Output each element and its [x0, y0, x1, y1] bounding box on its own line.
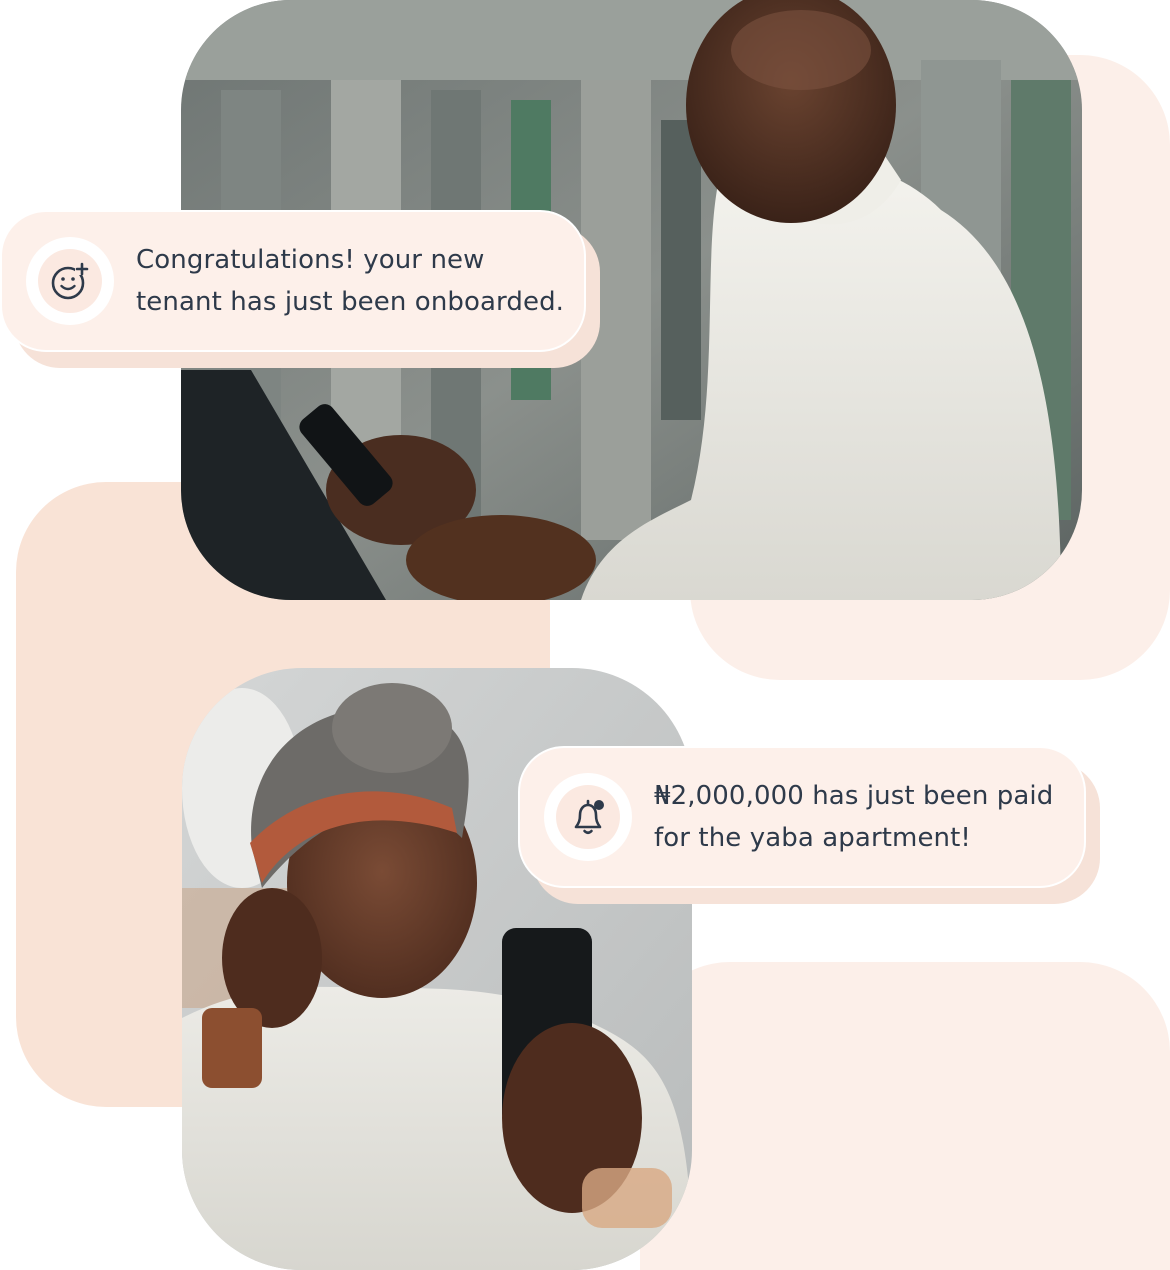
notification-line: tenant has just been onboarded.: [136, 287, 565, 317]
notification-message: ₦2,000,000 has just been paid for the ya…: [654, 775, 1053, 859]
smiley-plus-icon: [38, 249, 102, 313]
notification-line: Congratulations! your new: [136, 245, 485, 275]
background-shape-bottom-right: [640, 962, 1170, 1270]
notification-message: Congratulations! your new tenant has jus…: [136, 239, 564, 323]
notification-line: ₦2,000,000 has just been paid: [654, 781, 1054, 811]
bell-dot-icon-circle: [544, 773, 632, 861]
bell-dot-icon: [556, 785, 620, 849]
notification-payment-received: ₦2,000,000 has just been paid for the ya…: [518, 746, 1086, 888]
notification-line: for the yaba apartment!: [654, 823, 971, 853]
notification-tenant-onboarded: Congratulations! your new tenant has jus…: [0, 210, 586, 352]
smiley-plus-icon-circle: [26, 237, 114, 325]
